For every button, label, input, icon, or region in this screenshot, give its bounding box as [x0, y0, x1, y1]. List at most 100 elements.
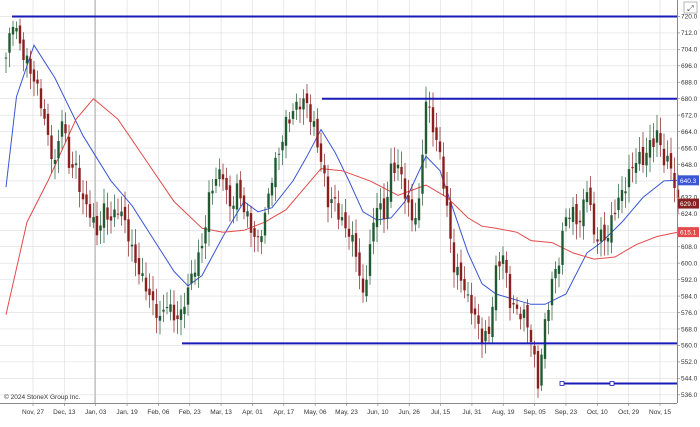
candle-body	[190, 273, 193, 284]
candle-body	[64, 124, 67, 134]
candle-body	[578, 220, 582, 223]
x-tick-label: Jul, 15	[431, 409, 451, 416]
y-tick-label: 568.0	[681, 326, 698, 333]
candle-body	[214, 178, 218, 186]
x-tick-label: Nov, 27	[22, 409, 44, 416]
candle-body	[564, 217, 568, 227]
candle-body	[249, 213, 253, 233]
candle-body	[319, 143, 323, 162]
candle-body	[592, 203, 596, 235]
y-tick-label: 672.0	[681, 112, 698, 119]
candle-body	[291, 111, 295, 119]
y-tick-label: 584.0	[681, 293, 698, 300]
candle-body	[638, 151, 641, 164]
candle-body	[95, 216, 99, 236]
candle-body	[239, 179, 242, 199]
candle-body	[43, 108, 46, 119]
candle-body	[85, 194, 88, 205]
candle-body	[67, 136, 71, 168]
candle-body	[561, 230, 564, 265]
candle-body	[144, 277, 148, 292]
expand-button[interactable]: ⤢	[683, 1, 698, 14]
candle-body	[414, 218, 417, 225]
candle-body	[228, 185, 232, 207]
candle-body	[554, 268, 557, 279]
candle-body	[519, 313, 522, 320]
price-badge-label: 615.1	[680, 230, 697, 237]
y-tick-label: 600.0	[681, 260, 698, 267]
candle-body	[428, 106, 431, 108]
y-tick-label: 592.0	[681, 277, 698, 284]
candle-body	[260, 236, 263, 243]
y-tick-label: 560.0	[681, 343, 698, 350]
x-tick-label: Oct, 10	[587, 409, 608, 416]
candle-body	[330, 199, 333, 204]
candle-body	[662, 148, 666, 166]
copyright-text: © 2024 StoneX Group Inc.	[4, 393, 81, 401]
candle-body	[452, 242, 456, 273]
candle-body	[295, 101, 298, 110]
candle-body	[641, 147, 645, 165]
candle-body	[354, 233, 358, 257]
candle-body	[197, 252, 200, 276]
candle-body	[456, 266, 459, 276]
candle-body	[36, 79, 39, 84]
candle-body	[666, 155, 669, 162]
candle-body	[508, 274, 512, 308]
candle-body	[4, 57, 8, 59]
candle-body	[169, 304, 172, 312]
candle-body	[463, 279, 466, 291]
x-tick-label: Jun, 10	[367, 409, 389, 416]
x-tick-label: Jun, 26	[399, 409, 421, 416]
candle-body	[627, 169, 631, 188]
candle-body	[435, 127, 438, 140]
candle-body	[673, 172, 676, 189]
candle-body	[529, 329, 533, 342]
candle-body	[312, 121, 316, 127]
y-tick-label: 536.0	[681, 392, 698, 399]
line-handle[interactable]	[609, 381, 615, 386]
candle-body	[652, 138, 655, 148]
candle-body	[547, 309, 550, 322]
candle-body	[431, 107, 435, 133]
candle-body	[211, 190, 214, 194]
candle-body	[232, 205, 235, 209]
candle-body	[193, 272, 197, 277]
candle-body	[648, 140, 652, 158]
candle-body	[179, 309, 183, 320]
y-tick-label: 696.0	[681, 63, 698, 70]
candle-body	[281, 141, 284, 151]
candle-body	[386, 196, 389, 219]
candle-body	[207, 192, 211, 233]
candle-body	[473, 308, 477, 315]
candle-body	[442, 156, 445, 189]
candle-body	[18, 25, 22, 44]
candle-body	[162, 309, 165, 312]
candle-body	[242, 195, 246, 213]
candle-body	[498, 261, 501, 267]
candle-body	[347, 228, 351, 237]
y-tick-label: 576.0	[681, 310, 698, 317]
candle-body	[480, 328, 484, 344]
candle-body	[176, 315, 179, 320]
candle-body	[403, 178, 407, 199]
candle-body	[372, 222, 375, 242]
candle-body	[277, 153, 281, 155]
candle-body	[130, 244, 134, 247]
candle-body	[540, 354, 543, 386]
candle-body	[88, 204, 92, 218]
candle-body	[526, 304, 529, 328]
x-tick-label: May, 06	[304, 409, 327, 416]
candle-body	[484, 330, 487, 342]
y-tick-label: 720.0	[681, 14, 698, 21]
candle-body	[25, 55, 29, 64]
y-tick-label: 648.0	[681, 162, 698, 169]
candle-body	[270, 182, 274, 196]
candle-body	[375, 207, 379, 228]
y-tick-label: 544.0	[681, 376, 698, 383]
candle-body	[109, 216, 113, 221]
candle-body	[466, 294, 470, 296]
line-handle[interactable]	[559, 381, 565, 386]
candle-body	[543, 319, 547, 359]
candle-body	[256, 236, 260, 238]
